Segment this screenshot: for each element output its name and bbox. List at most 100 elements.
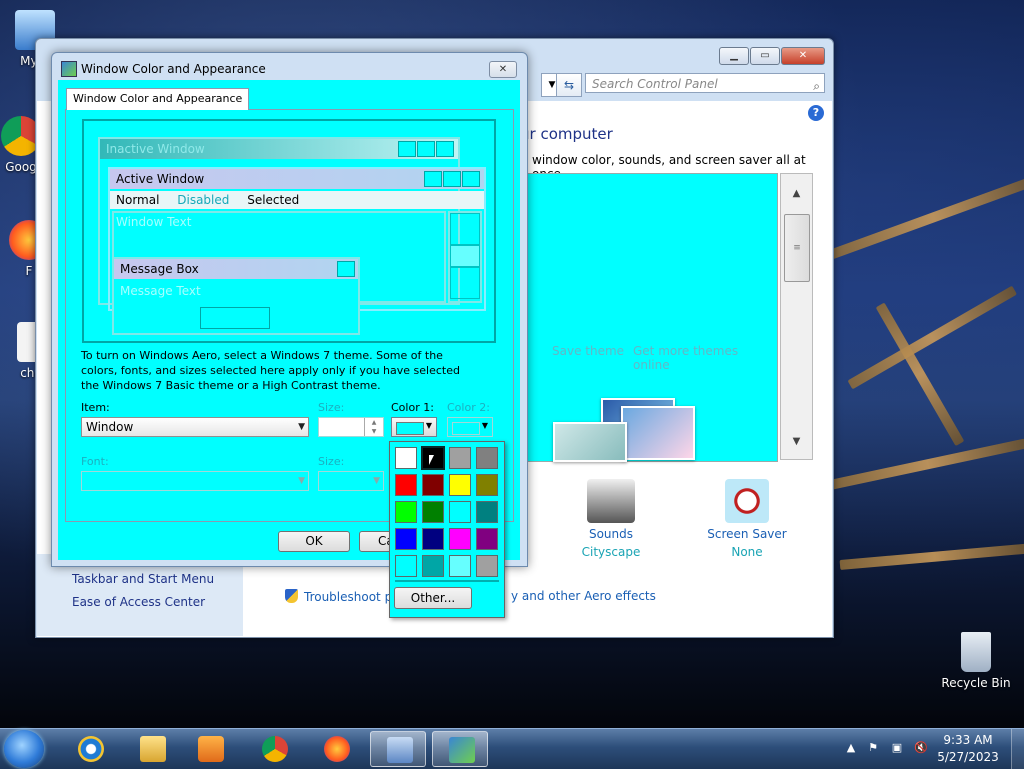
volume-muted-icon[interactable]: 🔇 [914,741,928,755]
color-swatch[interactable] [449,447,471,469]
personalization-icon [449,737,475,763]
taskbar-control-panel[interactable] [370,731,426,767]
taskbar-firefox[interactable] [308,731,364,767]
taskbar-personalization[interactable] [432,731,488,767]
show-hidden-icons[interactable]: ▲ [844,741,858,755]
theme-scrollbar[interactable]: ▲ ≡ ▼ [780,173,813,460]
start-button[interactable] [4,730,44,768]
ease-of-access-link[interactable]: Ease of Access Center [72,595,205,609]
theme-thumbnail[interactable] [553,422,627,462]
preview-button [424,171,442,187]
color-swatch[interactable] [476,447,498,469]
search-icon[interactable]: ⌕ [813,76,820,96]
preview-scroll-down [450,267,480,299]
color-swatch[interactable] [422,555,444,577]
scroll-thumb[interactable]: ≡ [784,214,810,282]
color-swatch[interactable] [476,528,498,550]
scroll-up-arrow[interactable]: ▲ [781,188,812,199]
screen-saver-item[interactable]: Screen Saver None [701,479,793,559]
minimize-button[interactable]: ▁ [719,47,749,65]
color1-label: Color 1: [391,401,434,414]
color-swatch[interactable] [476,555,498,577]
color-swatch[interactable] [476,474,498,496]
color-swatch[interactable] [395,555,417,577]
appearance-preview[interactable]: Inactive Window Active Window Normal Dis… [82,119,496,343]
color-swatch[interactable] [395,528,417,550]
show-desktop-button[interactable] [1011,729,1024,769]
theme-list[interactable]: Save theme Get more themes online [522,173,778,462]
dialog-app-icon [61,61,77,77]
get-more-themes-link[interactable]: Get more themes online [633,344,777,372]
sounds-title: Sounds [588,527,634,541]
color-swatch[interactable] [449,501,471,523]
network-icon[interactable]: ▣ [890,741,904,755]
color-swatch[interactable] [422,474,444,496]
preview-message-ok [200,307,270,329]
taskbar-ie[interactable] [62,731,118,767]
maximize-button[interactable]: ▭ [750,47,780,65]
ok-button[interactable]: OK [278,531,350,552]
color-swatch[interactable] [422,528,444,550]
color1-button[interactable]: ▼ [391,417,437,437]
item-select[interactable]: Window ▼ [81,417,309,437]
firefox-icon [324,736,350,762]
preview-message-title: Message Box [114,259,358,279]
color2-label: Color 2: [447,401,490,414]
color-swatch[interactable] [395,501,417,523]
preview-button [462,171,480,187]
screen-saver-value: None [731,545,763,559]
mouse-cursor-icon [428,454,435,468]
preview-scroll-up [450,213,480,245]
chevron-down-icon: ▼ [298,476,305,486]
dialog-title: Window Color and Appearance [81,62,266,76]
aero-effects-link[interactable]: y and other Aero effects [511,589,656,603]
close-button[interactable]: ✕ [781,47,825,65]
aero-description: To turn on Windows Aero, select a Window… [81,349,460,392]
clock-time[interactable]: 9:33 AM [928,733,1008,747]
refresh-button[interactable]: ⇆ [556,73,582,97]
save-theme-link[interactable]: Save theme [552,344,624,358]
palette-separator [395,580,499,582]
preview-menu-normal: Normal [116,193,160,207]
preview-active-buttons [424,171,480,187]
color-swatch[interactable] [422,501,444,523]
color2-swatch [452,422,480,435]
preview-message-box[interactable]: Message Box Message Text [112,257,360,335]
taskbar-media-player[interactable] [182,731,238,767]
sounds-icon [587,479,635,523]
color-swatch[interactable] [449,528,471,550]
clock-date[interactable]: 5/27/2023 [928,750,1008,764]
scroll-down-arrow[interactable]: ▼ [781,436,812,447]
color-swatch[interactable] [449,555,471,577]
wallpaper-beam [828,175,1024,260]
taskbar: ▲ ⚑ ▣ 🔇 [0,728,1024,769]
preview-inactive-buttons [398,141,454,157]
other-color-button[interactable]: Other... [394,587,472,609]
preview-menu-disabled: Disabled [177,193,230,207]
color-swatch[interactable] [395,474,417,496]
item-label: Item: [81,401,110,414]
theme-thumbnail[interactable] [621,406,695,460]
color-swatch[interactable] [476,501,498,523]
action-center-flag-icon[interactable]: ⚑ [866,741,880,755]
taskbar-start-menu-link[interactable]: Taskbar and Start Menu [72,572,214,586]
chrome-icon [262,736,288,762]
sounds-item[interactable]: Sounds Cityscape [571,479,651,559]
preview-button [443,171,461,187]
color-swatch[interactable] [395,447,417,469]
preview-menu-selected: Selected [247,193,300,207]
item-size-spinner: ▲ ▼ [318,417,384,437]
help-icon[interactable]: ? [808,105,824,121]
screen-saver-icon [725,479,769,523]
caption-buttons: ▁ ▭ ✕ [719,47,825,65]
desktop-icon-recycle-bin[interactable]: Recycle Bin [941,632,1011,690]
wallpaper-beam [839,543,1024,570]
preview-button [398,141,416,157]
tab-window-color[interactable]: Window Color and Appearance [66,88,250,110]
taskbar-explorer[interactable] [124,731,180,767]
taskbar-chrome[interactable] [246,731,302,767]
preview-button [417,141,435,157]
search-input[interactable]: Search Control Panel ⌕ [585,73,825,93]
dialog-close-button[interactable]: ✕ [489,61,517,78]
color-swatch[interactable] [449,474,471,496]
